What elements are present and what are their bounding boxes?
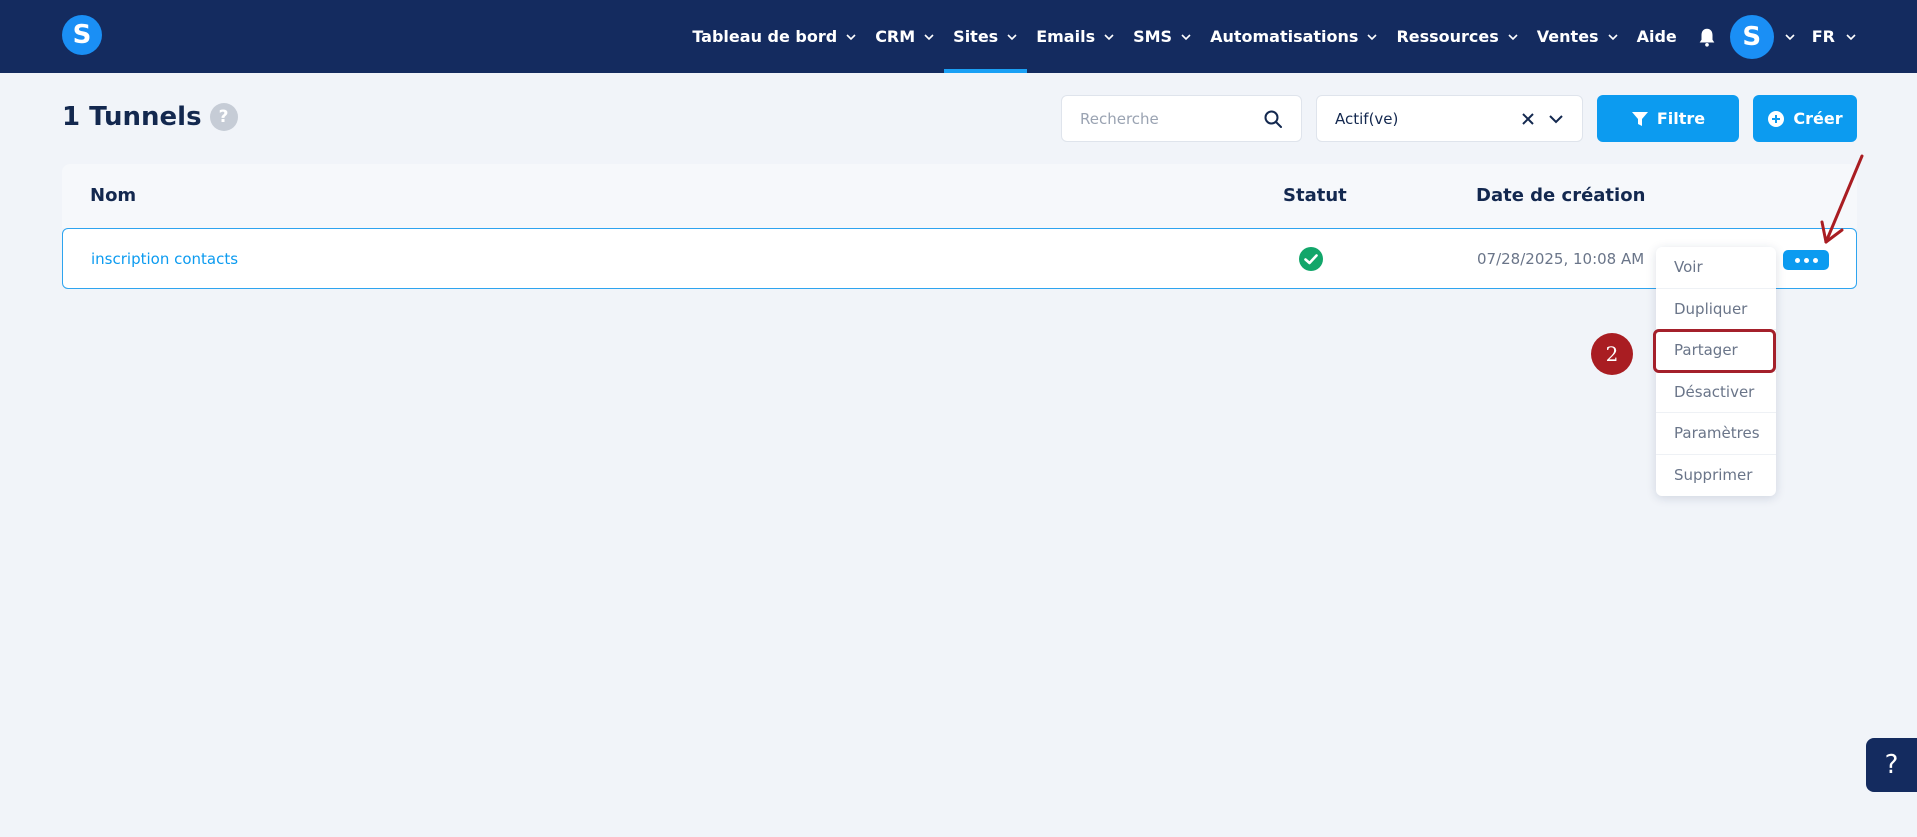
annotation-highlight-box xyxy=(1653,329,1776,373)
nav-label: Automatisations xyxy=(1210,27,1359,46)
chevron-down-icon xyxy=(1104,33,1114,40)
dot xyxy=(1803,257,1809,263)
nav-label: Aide xyxy=(1636,27,1677,46)
filter-icon xyxy=(1631,111,1648,126)
language-switcher[interactable]: FR xyxy=(1812,27,1857,46)
chevron-down-icon xyxy=(924,33,934,40)
chevron-down-icon xyxy=(1181,33,1191,40)
chevron-down-icon[interactable] xyxy=(1784,31,1796,43)
filter-button[interactable]: Filtre xyxy=(1597,95,1739,142)
search-icon[interactable] xyxy=(1263,109,1283,129)
nav-ventes[interactable]: Ventes xyxy=(1528,0,1628,73)
top-navbar: S Tableau de bord CRM Sites Emails SMS A… xyxy=(0,0,1917,73)
user-avatar[interactable]: S xyxy=(1729,14,1774,59)
nav-emails[interactable]: Emails xyxy=(1027,0,1124,73)
bell-icon[interactable] xyxy=(1696,26,1718,48)
dot xyxy=(1794,257,1800,263)
page-title: 1 Tunnels ? xyxy=(62,102,238,132)
nav-tableau-de-bord[interactable]: Tableau de bord xyxy=(683,0,866,73)
create-button-label: Créer xyxy=(1793,109,1843,128)
language-label: FR xyxy=(1811,27,1835,46)
tunnel-name-link[interactable]: inscription contacts xyxy=(91,250,238,268)
status-filter-select[interactable]: Actif(ve) xyxy=(1316,95,1583,142)
column-header-date[interactable]: Date de création xyxy=(1476,185,1645,206)
nav-sms[interactable]: SMS xyxy=(1124,0,1201,73)
chevron-down-icon xyxy=(1367,33,1378,40)
column-header-status[interactable]: Statut xyxy=(1283,185,1347,206)
annotation-step-badge: 2 xyxy=(1591,333,1633,375)
chevron-down-icon xyxy=(1608,33,1618,40)
status-filter-value: Actif(ve) xyxy=(1335,109,1399,128)
nav-automatisations[interactable]: Automatisations xyxy=(1201,0,1387,73)
filter-button-label: Filtre xyxy=(1656,109,1706,128)
chevron-down-icon[interactable] xyxy=(1548,111,1564,127)
creation-date: 07/28/2025, 10:08 AM xyxy=(1477,250,1645,268)
nav-sites[interactable]: Sites xyxy=(944,0,1028,73)
nav-label: Sites xyxy=(953,27,999,46)
menu-item-parametres[interactable]: Paramètres xyxy=(1656,413,1776,455)
search-input[interactable] xyxy=(1080,109,1263,128)
nav-label: Tableau de bord xyxy=(692,27,838,46)
nav-ressources[interactable]: Ressources xyxy=(1387,0,1527,73)
chevron-down-icon xyxy=(846,33,856,40)
page-title-text: 1 Tunnels xyxy=(62,102,202,132)
menu-item-voir[interactable]: Voir xyxy=(1656,247,1776,289)
chevron-down-icon xyxy=(1846,33,1856,40)
nav-label: CRM xyxy=(875,27,916,46)
plus-circle-icon xyxy=(1768,110,1785,127)
annotation-arrow-icon xyxy=(1820,154,1864,244)
help-icon[interactable]: ? xyxy=(209,103,238,131)
menu-item-desactiver[interactable]: Désactiver xyxy=(1656,372,1776,413)
nav-crm[interactable]: CRM xyxy=(866,0,944,73)
help-floating-button[interactable]: ? xyxy=(1866,738,1917,792)
column-header-name[interactable]: Nom xyxy=(90,185,136,206)
tunnels-table: Nom Statut Date de création inscription … xyxy=(62,164,1857,289)
nav-label: Emails xyxy=(1036,27,1096,46)
chevron-down-icon xyxy=(1007,33,1017,40)
app-logo[interactable]: S xyxy=(62,15,102,55)
nav-label: Ressources xyxy=(1396,27,1499,46)
table-row[interactable]: inscription contacts 07/28/2025, 10:08 A… xyxy=(62,228,1857,289)
nav-aide[interactable]: Aide xyxy=(1628,0,1686,73)
chevron-down-icon xyxy=(1508,33,1518,40)
search-box xyxy=(1061,95,1302,142)
status-active-icon xyxy=(1299,247,1323,271)
dot xyxy=(1812,257,1818,263)
menu-item-supprimer[interactable]: Supprimer xyxy=(1656,455,1776,497)
table-header: Nom Statut Date de création xyxy=(62,164,1857,228)
nav-label: Ventes xyxy=(1536,27,1599,46)
clear-icon[interactable] xyxy=(1520,111,1536,127)
nav-label: SMS xyxy=(1133,27,1173,46)
main-nav: Tableau de bord CRM Sites Emails SMS Aut… xyxy=(683,0,1857,73)
row-actions-button[interactable] xyxy=(1783,250,1829,270)
menu-item-dupliquer[interactable]: Dupliquer xyxy=(1656,289,1776,330)
create-button[interactable]: Créer xyxy=(1753,95,1857,142)
